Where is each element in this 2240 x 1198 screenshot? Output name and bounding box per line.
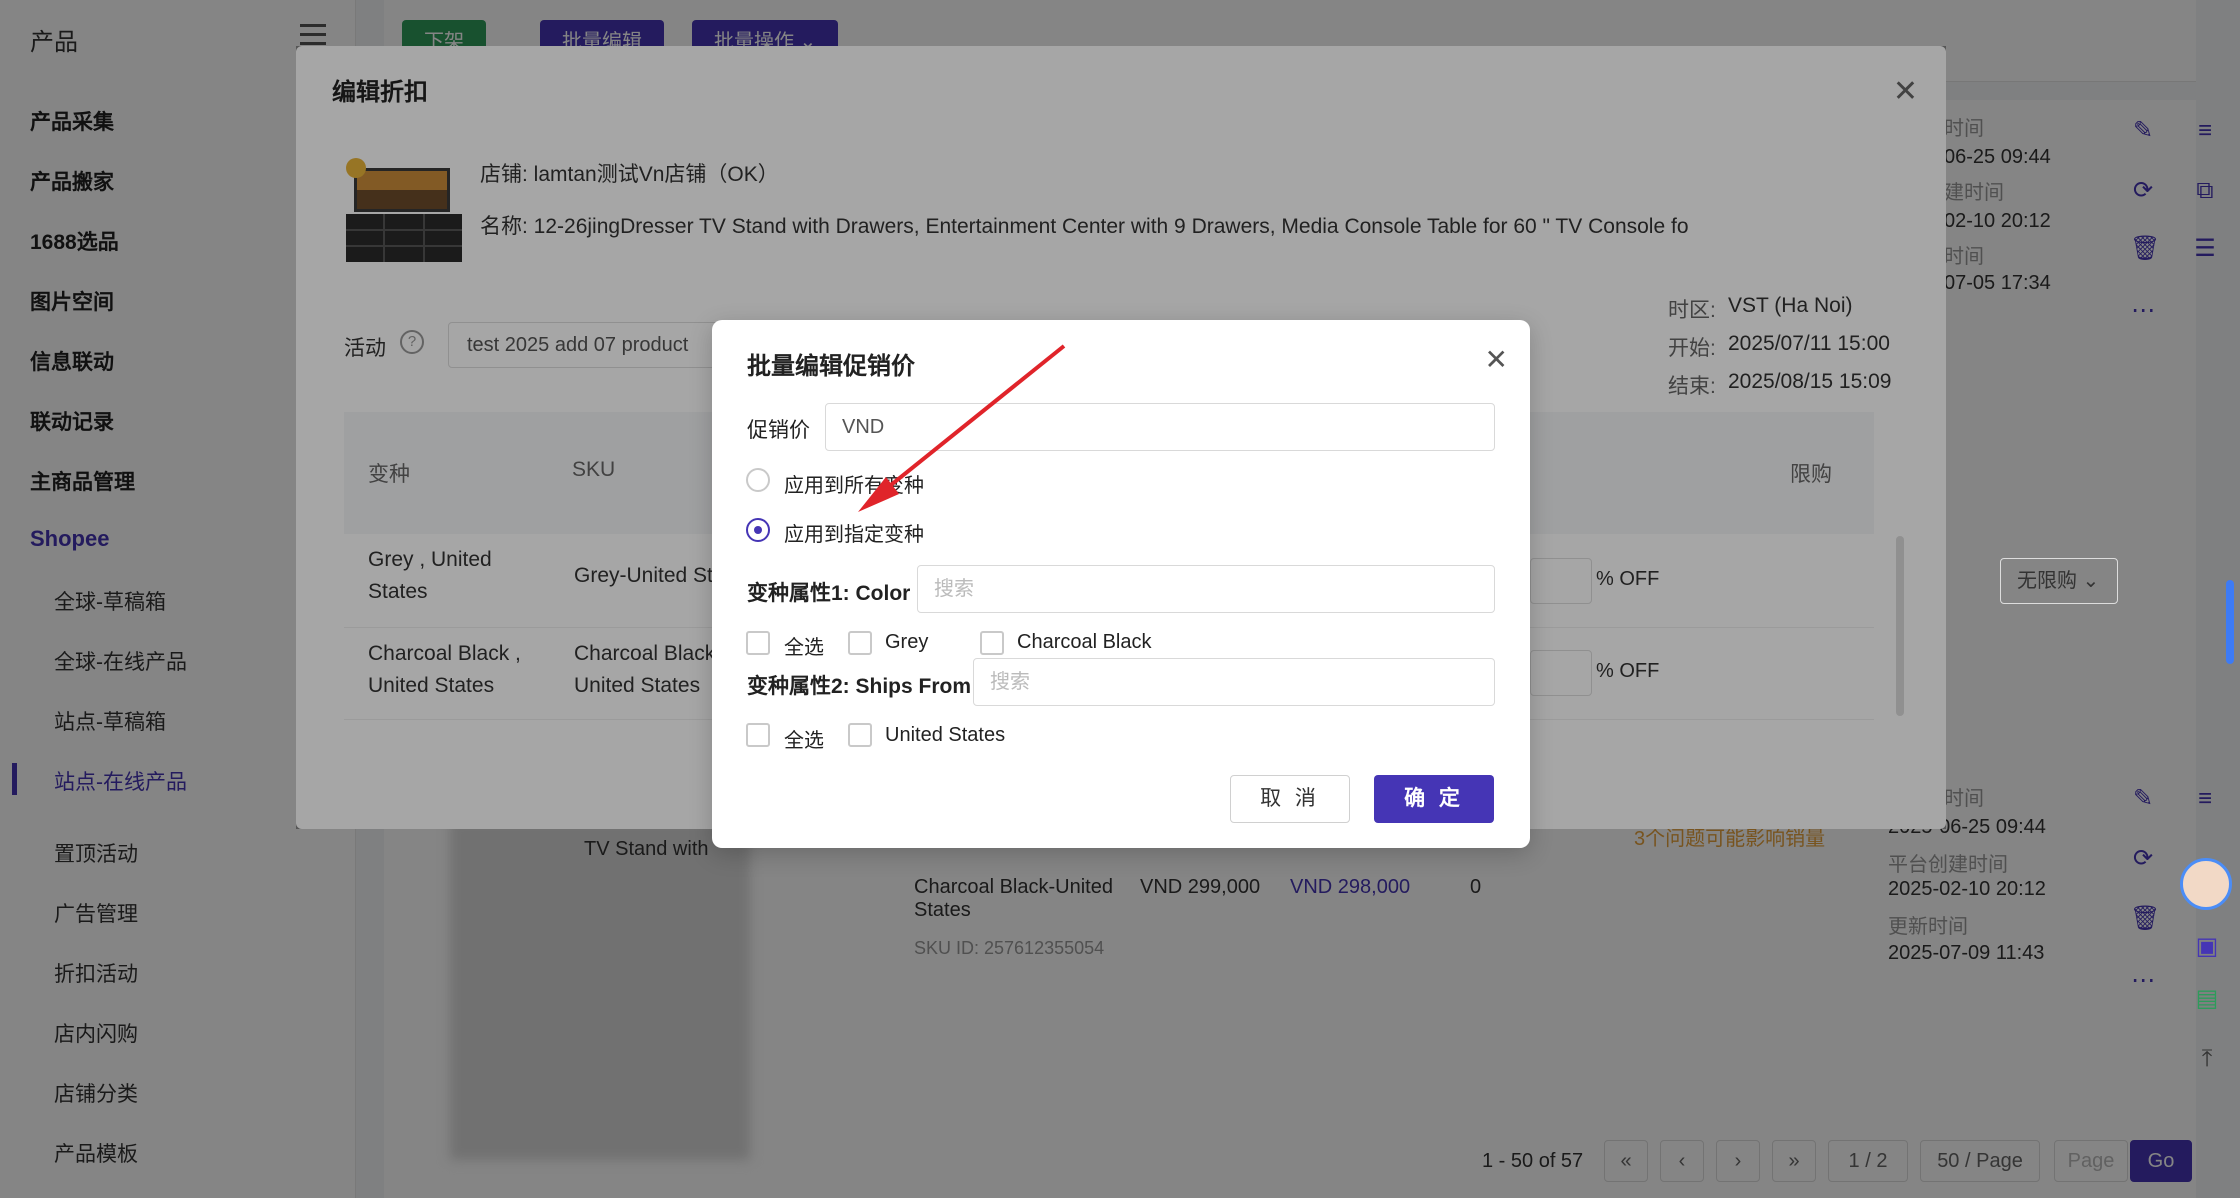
radio-all-variants[interactable]: [746, 468, 770, 492]
attr1-search-input[interactable]: [917, 565, 1495, 613]
cancel-button[interactable]: 取 消: [1230, 775, 1350, 823]
dialog-title: 批量编辑促销价: [747, 353, 915, 380]
attr1-select-all-label[interactable]: 全选: [784, 631, 824, 660]
book-icon[interactable]: ▤: [2194, 986, 2220, 1012]
radio-all-variants-label[interactable]: 应用到所有变种: [784, 469, 924, 498]
attr2-united-states-checkbox[interactable]: [848, 723, 872, 747]
radio-specific-variants-label[interactable]: 应用到指定变种: [784, 518, 924, 547]
back-to-top-icon[interactable]: ⤒: [2194, 1046, 2220, 1072]
attr1-grey-checkbox[interactable]: [848, 631, 872, 655]
attr2-united-states-label[interactable]: United States: [885, 724, 1005, 747]
attr2-label: 变种属性2: Ships From: [747, 675, 972, 698]
attr1-label: 变种属性1: Color: [747, 582, 911, 605]
attr1-charcoal-black-label[interactable]: Charcoal Black: [1017, 631, 1152, 654]
page-scrollbar[interactable]: [2226, 580, 2234, 664]
attr1-grey-label[interactable]: Grey: [885, 631, 928, 654]
attr1-select-all-checkbox[interactable]: [746, 631, 770, 655]
radio-specific-variants[interactable]: [746, 518, 770, 542]
batch-edit-promo-price-dialog: 批量编辑促销价 ✕ 促销价 应用到所有变种 应用到指定变种 变种属性1: Col…: [712, 320, 1530, 848]
attr2-search-input[interactable]: [973, 658, 1495, 706]
limit-select[interactable]: 无限购 ⌄: [2000, 558, 2118, 604]
attr2-select-all-checkbox[interactable]: [746, 723, 770, 747]
attr1-charcoal-black-checkbox[interactable]: [980, 631, 1004, 655]
chat-icon[interactable]: ▣: [2194, 934, 2220, 960]
attr2-select-all-label[interactable]: 全选: [784, 724, 824, 753]
promo-price-label: 促销价: [747, 419, 810, 442]
promo-price-input[interactable]: [825, 403, 1495, 451]
close-icon[interactable]: ✕: [1485, 346, 1508, 374]
confirm-button[interactable]: 确 定: [1374, 775, 1494, 823]
assistant-avatar[interactable]: [2180, 858, 2232, 910]
